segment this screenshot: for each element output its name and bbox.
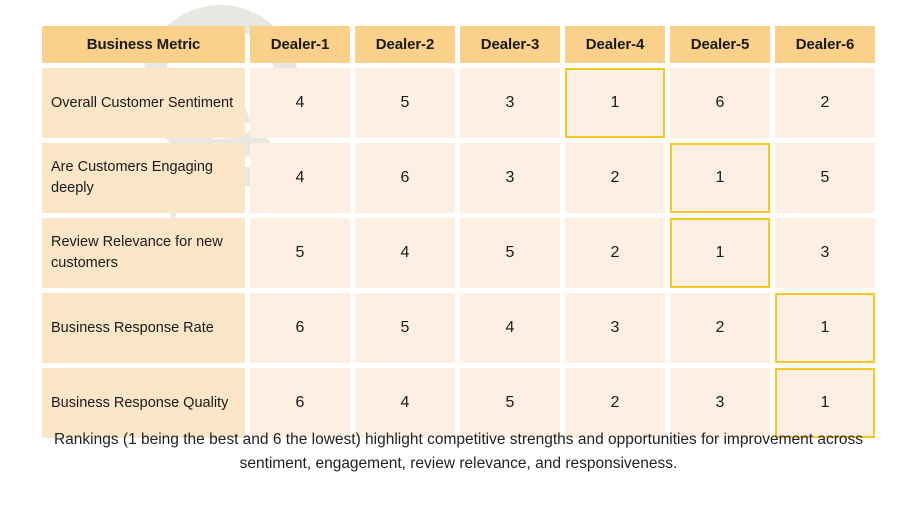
table-caption: Rankings (1 being the best and 6 the low… bbox=[53, 431, 864, 473]
table-row: Overall Customer Sentiment 4 5 3 1 6 2 bbox=[42, 68, 875, 138]
cell-r2-dealer-6: 5 bbox=[775, 143, 875, 213]
cell-r3-dealer-5: 1 bbox=[670, 218, 770, 288]
cell-r1-dealer-3: 3 bbox=[460, 68, 560, 138]
row-label-overall-customer-sentiment: Overall Customer Sentiment bbox=[42, 68, 245, 138]
cell-r3-dealer-1: 5 bbox=[250, 218, 350, 288]
column-header-dealer-2: Dealer-2 bbox=[355, 26, 455, 63]
table-row: Review Relevance for new customers 5 4 5… bbox=[42, 218, 875, 288]
cell-r1-dealer-5: 6 bbox=[670, 68, 770, 138]
cell-r2-dealer-3: 3 bbox=[460, 143, 560, 213]
cell-r4-dealer-5: 2 bbox=[670, 293, 770, 363]
column-header-business-metric: Business Metric bbox=[42, 26, 245, 63]
cell-r3-dealer-2: 4 bbox=[355, 218, 455, 288]
column-header-dealer-4: Dealer-4 bbox=[565, 26, 665, 63]
cell-r1-dealer-6: 2 bbox=[775, 68, 875, 138]
cell-r1-dealer-1: 4 bbox=[250, 68, 350, 138]
table-row: Business Response Rate 6 5 4 3 2 1 bbox=[42, 293, 875, 363]
cell-r3-dealer-3: 5 bbox=[460, 218, 560, 288]
cell-r1-dealer-2: 5 bbox=[355, 68, 455, 138]
cell-r2-dealer-2: 6 bbox=[355, 143, 455, 213]
column-header-dealer-6: Dealer-6 bbox=[775, 26, 875, 63]
cell-r3-dealer-4: 2 bbox=[565, 218, 665, 288]
table-header-row: Business Metric Dealer-1 Dealer-2 Dealer… bbox=[42, 26, 875, 63]
cell-r4-dealer-2: 5 bbox=[355, 293, 455, 363]
cell-r2-dealer-4: 2 bbox=[565, 143, 665, 213]
column-header-dealer-3: Dealer-3 bbox=[460, 26, 560, 63]
rankings-table: Business Metric Dealer-1 Dealer-2 Dealer… bbox=[42, 26, 875, 443]
cell-r3-dealer-6: 3 bbox=[775, 218, 875, 288]
cell-r4-dealer-1: 6 bbox=[250, 293, 350, 363]
cell-r4-dealer-3: 4 bbox=[460, 293, 560, 363]
cell-r2-dealer-5: 1 bbox=[670, 143, 770, 213]
row-label-business-response-rate: Business Response Rate bbox=[42, 293, 245, 363]
cell-r4-dealer-6: 1 bbox=[775, 293, 875, 363]
cell-r2-dealer-1: 4 bbox=[250, 143, 350, 213]
table-row: Are Customers Engaging deeply 4 6 3 2 1 … bbox=[42, 143, 875, 213]
column-header-dealer-1: Dealer-1 bbox=[250, 26, 350, 63]
cell-r1-dealer-4: 1 bbox=[565, 68, 665, 138]
row-label-review-relevance-for-new-customers: Review Relevance for new customers bbox=[42, 218, 245, 288]
column-header-dealer-5: Dealer-5 bbox=[670, 26, 770, 63]
cell-r4-dealer-4: 3 bbox=[565, 293, 665, 363]
row-label-are-customers-engaging-deeply: Are Customers Engaging deeply bbox=[42, 143, 245, 213]
